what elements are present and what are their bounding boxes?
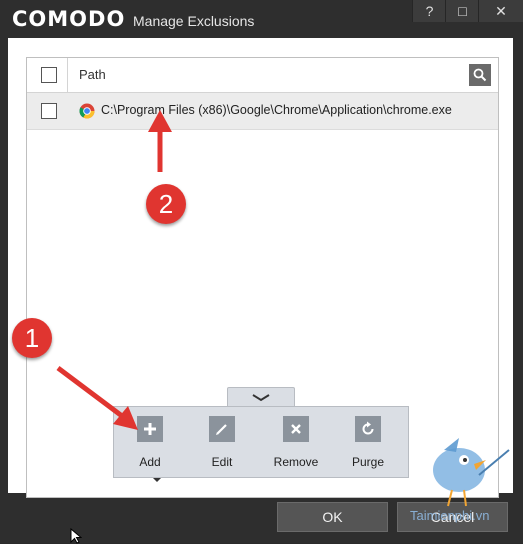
manage-exclusions-window: COMODO Manage Exclusions ? □ ✕ Path C:\P… <box>0 0 523 544</box>
mouse-cursor-icon <box>70 528 82 544</box>
arrow-up-icon <box>148 110 172 132</box>
annotation-marker-1: 1 <box>12 318 52 358</box>
annotation-marker-2: 2 <box>146 184 186 224</box>
annotation-arrows <box>56 110 172 430</box>
